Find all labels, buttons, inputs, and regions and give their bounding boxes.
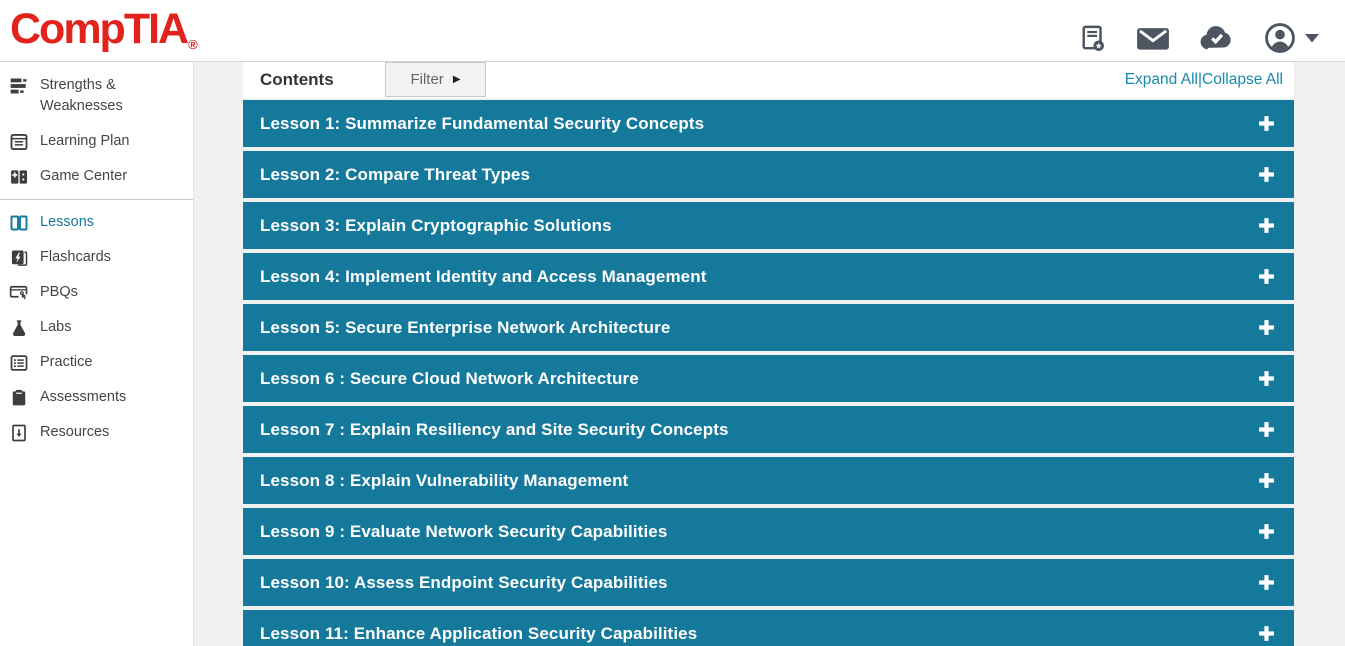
lesson-title: Lesson 7 : Explain Resiliency and Site S… bbox=[260, 420, 1257, 440]
filter-button[interactable]: Filter ▶ bbox=[385, 62, 486, 97]
plus-icon[interactable] bbox=[1257, 573, 1276, 592]
plus-icon[interactable] bbox=[1257, 318, 1276, 337]
sidebar-item-lessons[interactable]: Lessons bbox=[0, 205, 193, 240]
sidebar-item-game-center[interactable]: Game Center bbox=[0, 159, 193, 194]
sidebar-item-label: Assessments bbox=[40, 387, 126, 408]
lesson-accordion-row[interactable]: Lesson 6 : Secure Cloud Network Architec… bbox=[243, 355, 1294, 402]
open-book-icon bbox=[9, 213, 29, 233]
sidebar-item-label: Practice bbox=[40, 352, 92, 373]
sidebar-item-pbqs[interactable]: PBQs bbox=[0, 275, 193, 310]
lesson-title: Lesson 5: Secure Enterprise Network Arch… bbox=[260, 318, 1257, 338]
mail-button[interactable] bbox=[1135, 23, 1171, 54]
lesson-title: Lesson 3: Explain Cryptographic Solution… bbox=[260, 216, 1257, 236]
sidebar-item-assessments[interactable]: Assessments bbox=[0, 380, 193, 415]
lesson-accordion-row[interactable]: Lesson 4: Implement Identity and Access … bbox=[243, 253, 1294, 300]
cloud-sync-button[interactable] bbox=[1198, 23, 1236, 53]
main-content: Contents Filter ▶ Expand All|Collapse Al… bbox=[243, 62, 1294, 646]
lesson-accordion-row[interactable]: Lesson 10: Assess Endpoint Security Capa… bbox=[243, 559, 1294, 606]
lesson-title: Lesson 6 : Secure Cloud Network Architec… bbox=[260, 369, 1257, 389]
lesson-title: Lesson 1: Summarize Fundamental Security… bbox=[260, 114, 1257, 134]
notebook-icon bbox=[9, 132, 29, 152]
flask-icon bbox=[9, 318, 29, 338]
sidebar-item-practice[interactable]: Practice bbox=[0, 345, 193, 380]
sidebar-item-label: Strengths & Weaknesses bbox=[40, 75, 170, 117]
page-title: Contents bbox=[260, 62, 334, 98]
plus-icon[interactable] bbox=[1257, 114, 1276, 133]
lesson-accordion-row[interactable]: Lesson 7 : Explain Resiliency and Site S… bbox=[243, 406, 1294, 453]
top-header: CompTIA® bbox=[0, 0, 1345, 62]
lesson-accordion-row[interactable]: Lesson 1: Summarize Fundamental Security… bbox=[243, 100, 1294, 147]
content-header: Contents Filter ▶ Expand All|Collapse Al… bbox=[243, 62, 1294, 98]
plus-icon[interactable] bbox=[1257, 216, 1276, 235]
collapse-all-link[interactable]: Collapse All bbox=[1202, 71, 1283, 88]
lesson-title: Lesson 8 : Explain Vulnerability Managem… bbox=[260, 471, 1257, 491]
lesson-accordion-row[interactable]: Lesson 11: Enhance Application Security … bbox=[243, 610, 1294, 646]
expand-all-link[interactable]: Expand All bbox=[1125, 71, 1198, 88]
list-icon bbox=[9, 353, 29, 373]
logo-text: CompTIA bbox=[10, 5, 187, 53]
sidebar-item-learning-plan[interactable]: Learning Plan bbox=[0, 124, 193, 159]
sidebar-item-label: Game Center bbox=[40, 166, 127, 187]
transcript-icon bbox=[1077, 23, 1108, 54]
sidebar-item-strengths-weaknesses[interactable]: Strengths & Weaknesses bbox=[0, 68, 193, 124]
plus-icon[interactable] bbox=[1257, 165, 1276, 184]
sidebar-item-label: Lessons bbox=[40, 212, 94, 233]
arrow-right-icon: ▶ bbox=[453, 74, 461, 85]
lesson-title: Lesson 11: Enhance Application Security … bbox=[260, 624, 1257, 644]
flashcard-bolt-icon bbox=[9, 248, 29, 268]
header-icon-group bbox=[1077, 21, 1319, 55]
plus-icon[interactable] bbox=[1257, 369, 1276, 388]
plus-icon[interactable] bbox=[1257, 267, 1276, 286]
sidebar-item-label: Flashcards bbox=[40, 247, 111, 268]
comptia-logo[interactable]: CompTIA® bbox=[10, 1, 198, 73]
sidebar: Strengths & Weaknesses Learning Plan Gam… bbox=[0, 62, 194, 646]
bar-chart-icon bbox=[9, 76, 29, 96]
lesson-accordion-row[interactable]: Lesson 5: Secure Enterprise Network Arch… bbox=[243, 304, 1294, 351]
sidebar-item-flashcards[interactable]: Flashcards bbox=[0, 240, 193, 275]
lesson-accordion-row[interactable]: Lesson 3: Explain Cryptographic Solution… bbox=[243, 202, 1294, 249]
download-doc-icon bbox=[9, 423, 29, 443]
lesson-title: Lesson 9 : Evaluate Network Security Cap… bbox=[260, 522, 1257, 542]
chevron-down-icon bbox=[1305, 34, 1319, 43]
lesson-accordion-row[interactable]: Lesson 8 : Explain Vulnerability Managem… bbox=[243, 457, 1294, 504]
mail-icon bbox=[1135, 23, 1171, 54]
lesson-accordion-row[interactable]: Lesson 2: Compare Threat Types bbox=[243, 151, 1294, 198]
plus-icon[interactable] bbox=[1257, 420, 1276, 439]
sidebar-item-label: Resources bbox=[40, 422, 109, 443]
account-icon bbox=[1263, 21, 1297, 55]
plus-icon[interactable] bbox=[1257, 471, 1276, 490]
lesson-title: Lesson 2: Compare Threat Types bbox=[260, 165, 1257, 185]
lesson-title: Lesson 10: Assess Endpoint Security Capa… bbox=[260, 573, 1257, 593]
pbq-card-icon bbox=[9, 283, 29, 303]
lesson-accordion-row[interactable]: Lesson 9 : Evaluate Network Security Cap… bbox=[243, 508, 1294, 555]
transcript-button[interactable] bbox=[1077, 23, 1108, 54]
game-tiles-icon bbox=[9, 167, 29, 187]
lesson-title: Lesson 4: Implement Identity and Access … bbox=[260, 267, 1257, 287]
filter-button-label: Filter bbox=[410, 71, 443, 88]
clipboard-icon bbox=[9, 388, 29, 408]
lesson-accordion-list: Lesson 1: Summarize Fundamental Security… bbox=[243, 100, 1294, 646]
plus-icon[interactable] bbox=[1257, 624, 1276, 643]
registered-mark: ® bbox=[188, 37, 198, 52]
cloud-check-icon bbox=[1198, 23, 1236, 53]
plus-icon[interactable] bbox=[1257, 522, 1276, 541]
sidebar-item-labs[interactable]: Labs bbox=[0, 310, 193, 345]
sidebar-item-label: PBQs bbox=[40, 282, 78, 303]
sidebar-divider bbox=[0, 199, 193, 200]
sidebar-item-label: Labs bbox=[40, 317, 71, 338]
sidebar-item-resources[interactable]: Resources bbox=[0, 415, 193, 450]
sidebar-item-label: Learning Plan bbox=[40, 131, 130, 152]
expand-collapse-links: Expand All|Collapse All bbox=[1125, 62, 1283, 98]
account-button[interactable] bbox=[1263, 21, 1319, 55]
